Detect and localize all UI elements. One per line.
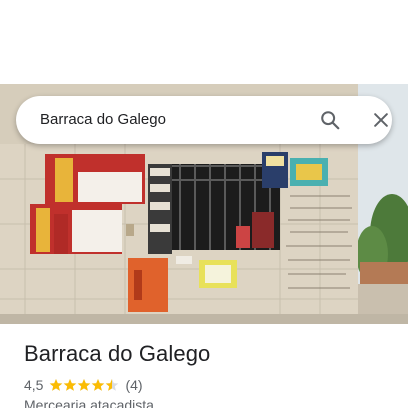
place-title: Barraca do Galego — [24, 341, 211, 366]
star-icon — [92, 379, 105, 391]
rating-value: 4,5 — [24, 377, 44, 393]
search-bar[interactable]: Barraca do Galego — [16, 96, 392, 144]
search-input[interactable]: Barraca do Galego — [40, 96, 166, 144]
top-blank-area — [0, 0, 408, 84]
star-rating — [49, 378, 119, 392]
search-icon[interactable] — [314, 104, 346, 136]
star-icon — [78, 379, 91, 391]
review-count[interactable]: (4) — [125, 377, 142, 393]
star-icon — [64, 379, 77, 391]
close-icon[interactable] — [365, 104, 397, 136]
place-category: Mercearia atacadista — [24, 397, 154, 408]
star-icon — [106, 379, 119, 391]
star-icon — [50, 379, 63, 391]
rating-row[interactable]: 4,5 (4) — [24, 376, 143, 394]
